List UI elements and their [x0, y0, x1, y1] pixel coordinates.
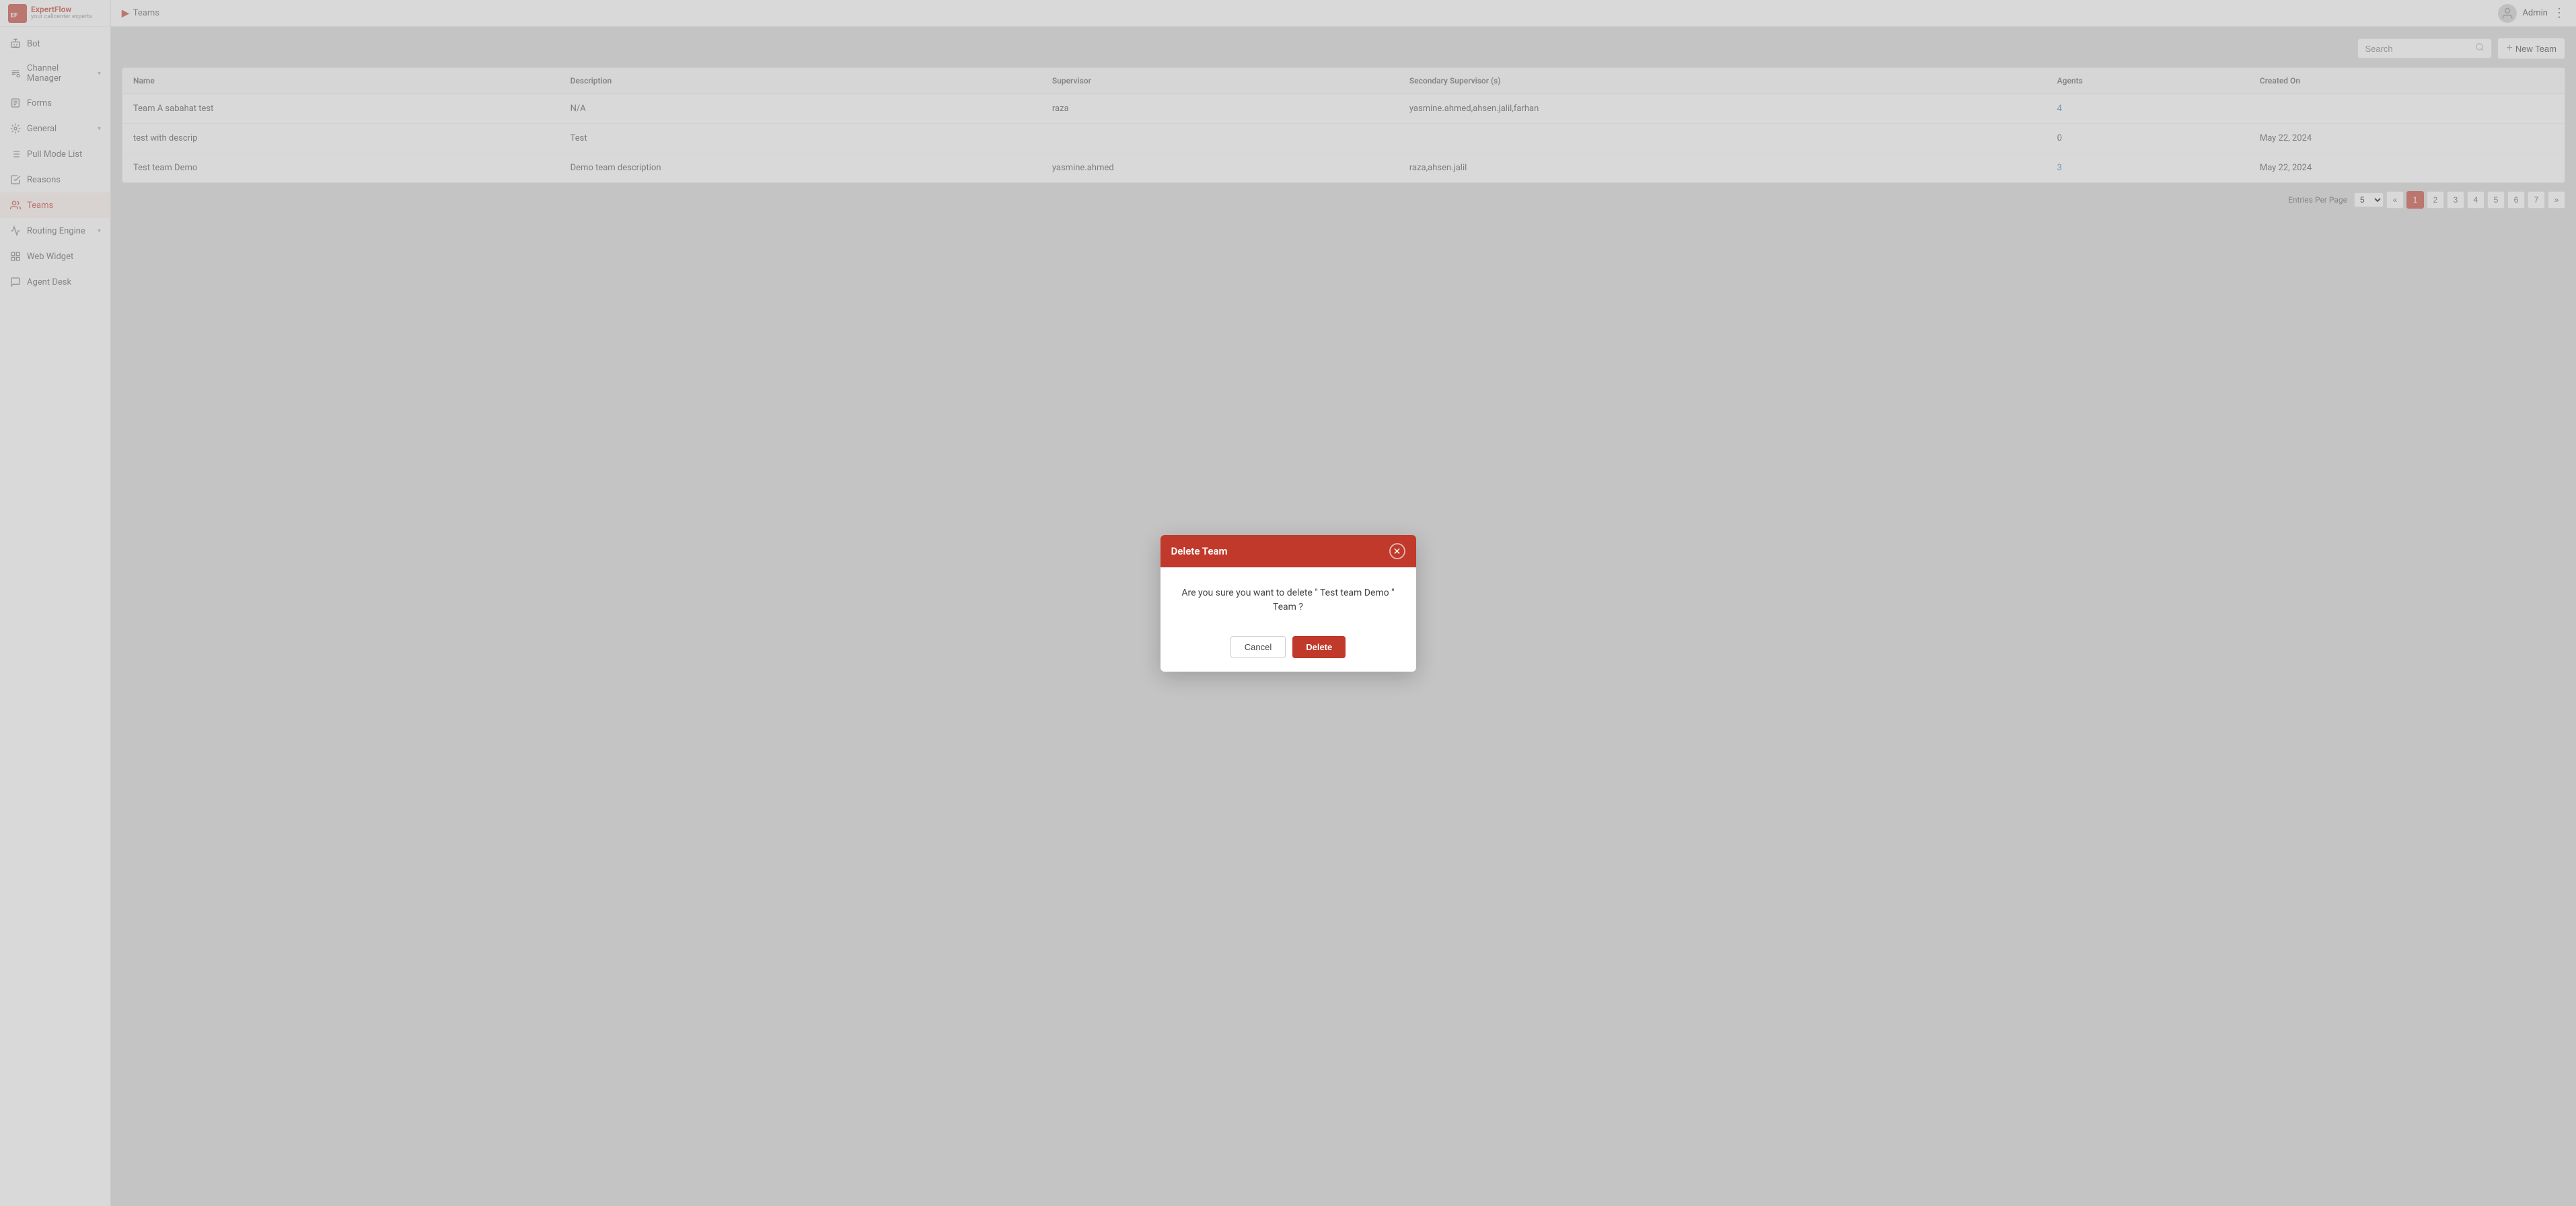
delete-team-modal: Delete Team ✕ Are you sure you want to d… [1161, 535, 1416, 672]
modal-close-button[interactable]: ✕ [1389, 543, 1405, 559]
modal-message: Are you sure you want to delete " Test t… [1174, 586, 1403, 614]
delete-button[interactable]: Delete [1292, 636, 1346, 658]
modal-body: Are you sure you want to delete " Test t… [1161, 567, 1416, 628]
modal-overlay: Delete Team ✕ Are you sure you want to d… [0, 0, 2576, 1206]
modal-header: Delete Team ✕ [1161, 535, 1416, 567]
cancel-button[interactable]: Cancel [1230, 636, 1286, 658]
modal-footer: Cancel Delete [1161, 628, 1416, 672]
modal-title: Delete Team [1171, 545, 1228, 557]
